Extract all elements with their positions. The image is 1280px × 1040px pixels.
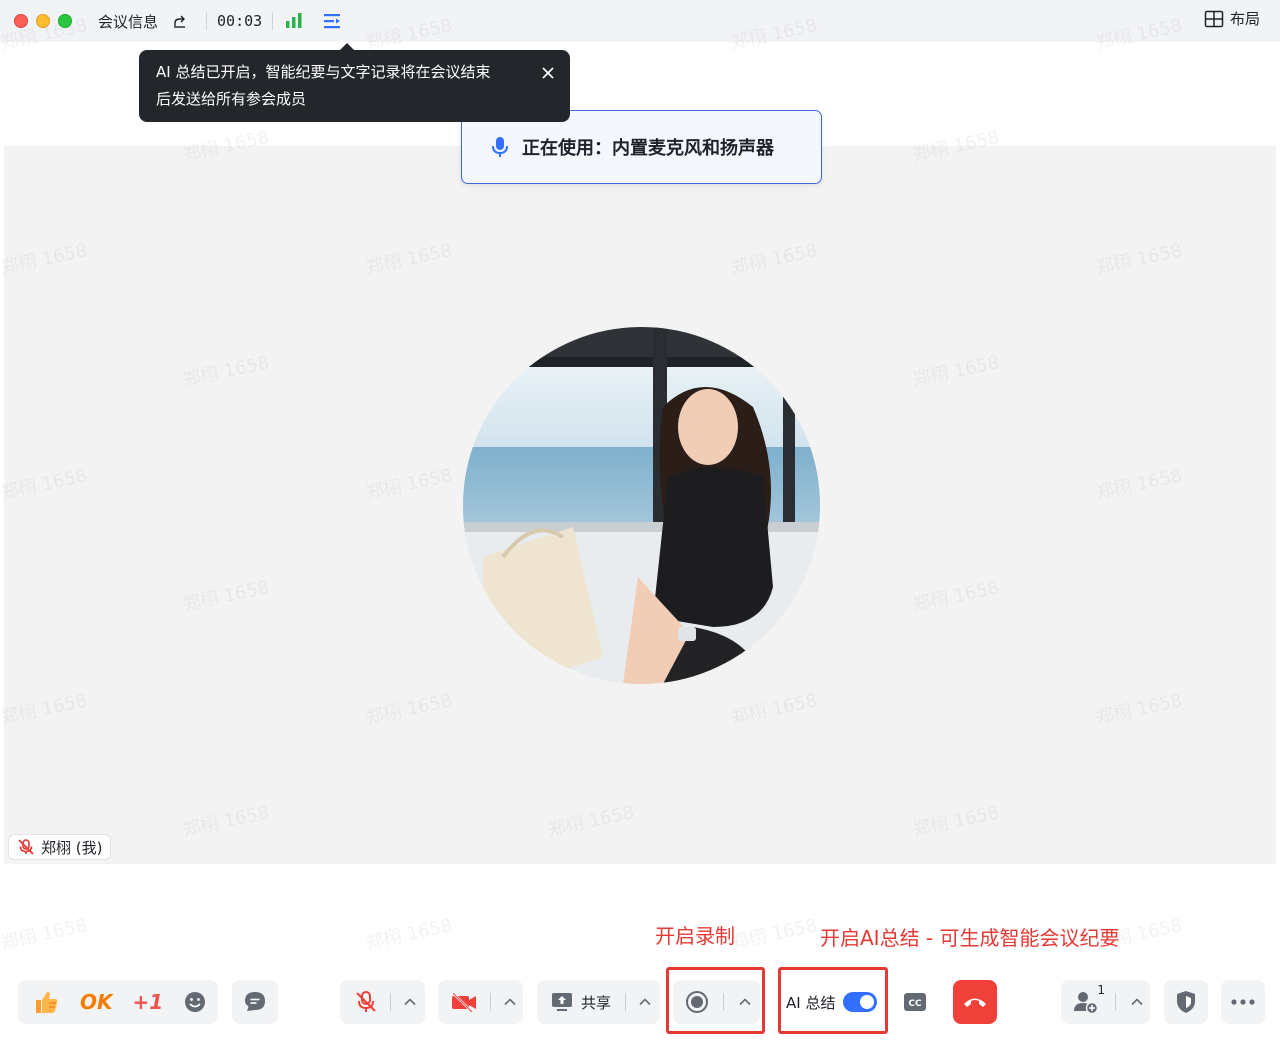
chat-icon — [245, 992, 265, 1011]
meeting-window: 会议信息 00:03 布局 郑栩 (我) 正在使用：内置麦克风和扬声器 AI 总… — [0, 0, 1280, 1040]
meeting-info-button[interactable]: 会议信息 — [98, 11, 188, 32]
annotation-box-record — [666, 967, 765, 1034]
camera-off-icon[interactable] — [450, 991, 478, 1013]
ai-summary-list-icon[interactable] — [321, 11, 343, 31]
participant-name-tag: 郑栩 (我) — [8, 834, 112, 860]
participants-button[interactable]: 1 — [1073, 983, 1105, 1015]
avatar-photo — [463, 327, 820, 684]
end-call-button[interactable] — [953, 980, 997, 1024]
chevron-up-icon[interactable] — [503, 995, 517, 1009]
plus-one-reaction[interactable]: +1 — [133, 990, 164, 1014]
annotation-ai-summary: 开启AI总结 - 可生成智能会议纪要 — [820, 926, 1120, 950]
close-window-button[interactable] — [14, 14, 28, 28]
closed-captions-icon: CC — [904, 993, 926, 1011]
emoji-icon[interactable] — [183, 990, 207, 1014]
hang-up-icon — [964, 998, 986, 1007]
shield-icon — [1177, 991, 1195, 1013]
meeting-info-label: 会议信息 — [98, 12, 159, 31]
participant-count: 1 — [1097, 983, 1105, 997]
share-screen-icon[interactable] — [551, 992, 573, 1012]
mic-muted-icon — [18, 839, 34, 855]
share-label[interactable]: 共享 — [581, 992, 611, 1013]
divider — [625, 993, 627, 1011]
minimize-window-button[interactable] — [36, 14, 50, 28]
chat-button[interactable] — [232, 980, 278, 1024]
divider — [1115, 993, 1116, 1011]
layout-grid-icon — [1204, 10, 1224, 27]
divider — [206, 12, 208, 30]
layout-button[interactable]: 布局 — [1204, 8, 1260, 29]
more-button[interactable] — [1221, 980, 1265, 1024]
chevron-up-icon[interactable] — [638, 995, 652, 1009]
toast-line-1: AI 总结已开启，智能纪要与文字记录将在会议结束 — [156, 63, 491, 81]
participant-name: 郑栩 (我) — [41, 838, 103, 857]
chevron-up-icon[interactable] — [403, 995, 417, 1009]
maximize-window-button[interactable] — [58, 14, 72, 28]
participant-avatar — [463, 327, 820, 684]
ok-reaction[interactable]: OK — [80, 990, 113, 1014]
security-button[interactable] — [1164, 980, 1208, 1024]
add-participant-icon — [1074, 992, 1099, 1015]
toast-line-2: 后发送给所有参会成员 — [156, 90, 307, 108]
thumbs-up-icon[interactable] — [32, 989, 60, 1015]
network-signal-icon[interactable] — [283, 12, 305, 30]
camera-control — [438, 980, 523, 1024]
divider — [272, 12, 274, 30]
participants-control: 1 — [1061, 980, 1150, 1024]
chevron-up-icon[interactable] — [1130, 995, 1144, 1009]
toast-arrow — [339, 43, 355, 51]
meeting-timer: 00:03 — [217, 12, 263, 30]
device-notice-text: 正在使用：内置麦克风和扬声器 — [522, 138, 774, 159]
microphone-icon — [492, 137, 508, 157]
reactions-group: OK +1 — [18, 980, 218, 1024]
captions-button[interactable]: CC — [893, 980, 937, 1024]
annotation-record: 开启录制 — [655, 924, 735, 948]
mic-off-icon[interactable] — [354, 990, 378, 1014]
ai-summary-toast: AI 总结已开启，智能纪要与文字记录将在会议结束 后发送给所有参会成员 — [139, 43, 570, 122]
close-icon[interactable] — [540, 65, 556, 81]
title-bar: 会议信息 00:03 布局 — [0, 0, 1280, 42]
layout-label: 布局 — [1229, 10, 1260, 28]
cc-label: CC — [908, 999, 922, 1009]
divider — [390, 993, 391, 1011]
window-controls — [14, 14, 72, 28]
annotation-box-ai-summary — [778, 967, 888, 1034]
share-link-icon[interactable] — [172, 13, 188, 29]
more-icon — [1231, 999, 1255, 1005]
share-screen-control: 共享 — [537, 980, 660, 1024]
divider — [490, 993, 491, 1011]
microphone-control — [340, 980, 425, 1024]
